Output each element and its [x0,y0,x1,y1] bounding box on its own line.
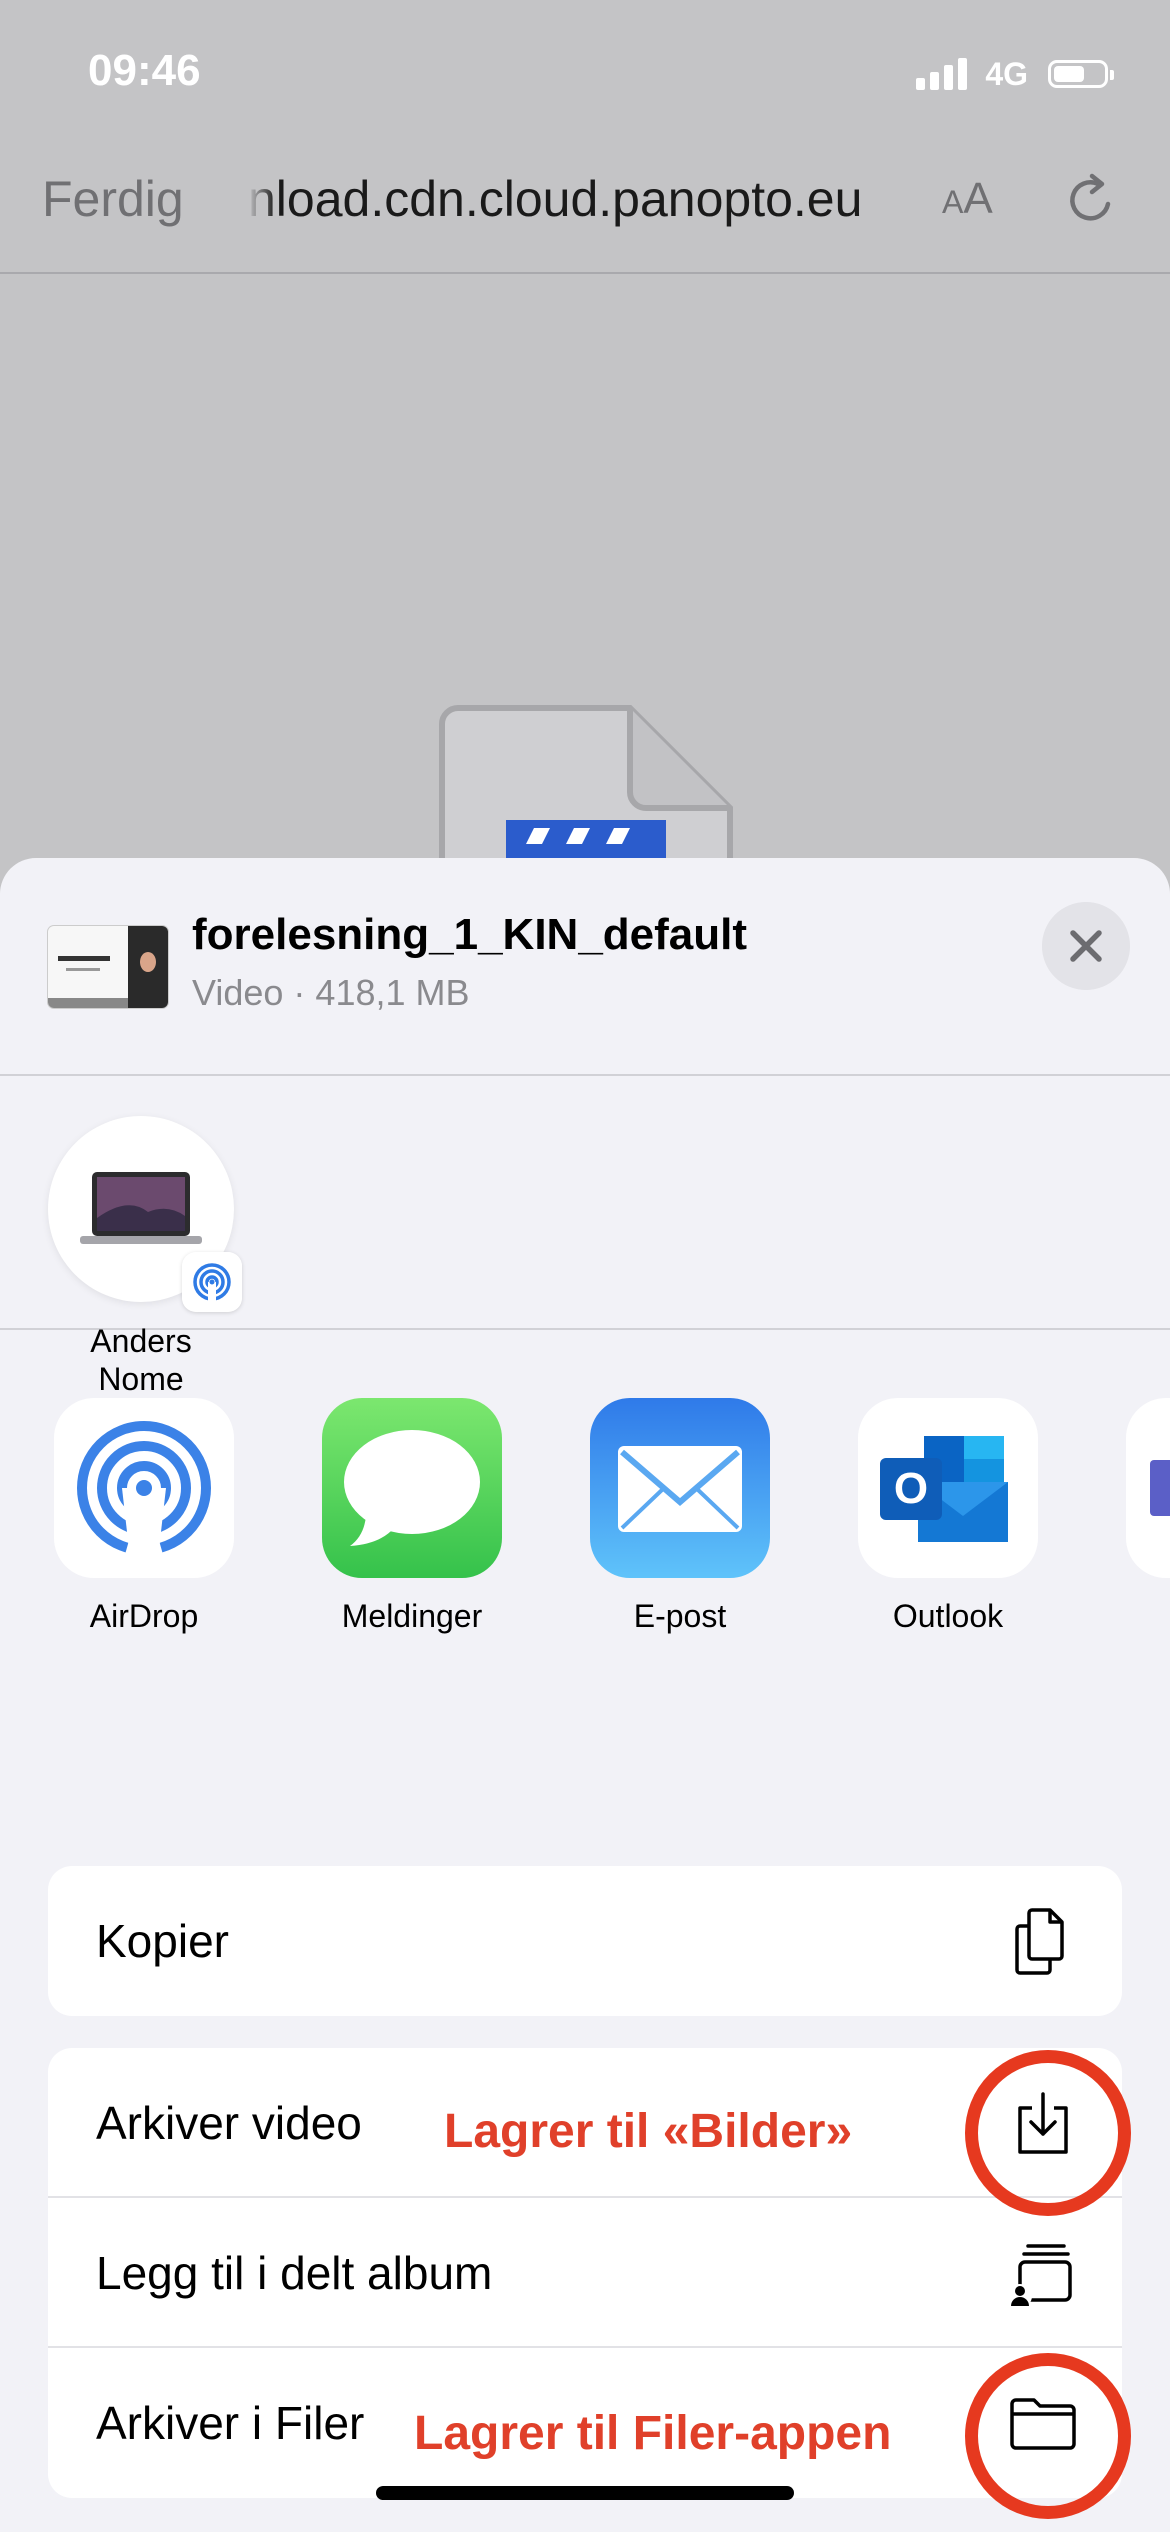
share-header: forelesning_1_KIN_default Video · 418,1 … [0,858,1170,1076]
thumbnail-title-line [58,956,110,961]
app-label-airdrop: AirDrop [89,1598,199,1634]
annotation-save-files: Lagrer til Filer-appen [414,2407,892,2460]
action-shared-album[interactable]: Legg til i delt album [48,2198,1122,2348]
thumbnail-speaker-head [140,952,156,972]
status-bar: 09:46 4G [0,0,1170,140]
mail-icon [590,1398,770,1578]
text-size-small-glyph: A [942,184,964,220]
action-save-video-label: Arkiver video [96,2097,362,2149]
app-label-mail: E-post [633,1598,727,1634]
app-mail[interactable]: E-post [590,1398,770,1634]
file-title: forelesning_1_KIN_default [192,910,748,959]
annotation-ring-save-video [965,2050,1131,2216]
app-partial-next[interactable] [1126,1398,1170,1578]
text-size-large-glyph: A [963,174,993,223]
copy-icon [1015,1908,1064,1975]
action-copy-label: Kopier [96,1915,229,1967]
reload-icon[interactable] [1062,170,1122,230]
url-field[interactable]: nload.cdn.cloud.panopto.eu [248,170,898,228]
thumbnail-bar [48,998,128,1008]
teams-icon [1126,1398,1170,1578]
outlook-icon: O [858,1398,1038,1578]
messages-icon [322,1398,502,1578]
annotation-save-video: Lagrer til «Bilder» [444,2105,853,2158]
network-type: 4G [985,55,1028,92]
action-copy[interactable]: Kopier [48,1866,1122,2016]
action-save-to-files-label: Arkiver i Filer [96,2397,365,2449]
share-sheet: forelesning_1_KIN_default Video · 418,1 … [0,858,1170,2532]
shared-album-icon [1008,2244,1072,2308]
home-indicator [376,2486,794,2500]
app-airdrop[interactable]: AirDrop [54,1398,234,1634]
svg-text:O: O [894,1464,928,1513]
browser-toolbar: Ferdig nload.cdn.cloud.panopto.eu AA [0,140,1170,274]
airdrop-icon [54,1398,234,1578]
close-button[interactable] [1042,902,1130,990]
airdrop-people-row: Anders Nome [0,1076,1170,1397]
macbook-icon [80,1172,202,1244]
action-shared-album-label: Legg til i delt album [96,2247,493,2299]
app-label-outlook: Outlook [892,1598,1004,1634]
app-outlook[interactable]: O Outlook [858,1398,1038,1634]
status-indicators: 4G [916,54,1114,94]
signal-icon [916,58,968,90]
airdrop-contact-avatar[interactable] [48,1116,242,1312]
airdrop-badge-icon [182,1252,242,1312]
annotation-ring-save-files [965,2353,1131,2519]
done-button[interactable]: Ferdig [42,170,184,228]
status-time: 09:46 [88,46,201,95]
app-label-messages: Meldinger [341,1598,483,1634]
actions-group-copy: Kopier [48,1866,1122,2016]
share-apps-row: AirDrop Meldinger E-post O Outlook [0,1330,1170,1710]
battery-icon [1048,60,1114,88]
app-messages[interactable]: Meldinger [322,1398,502,1634]
thumbnail-subtitle-line [66,968,100,971]
file-meta: Video · 418,1 MB [192,972,470,1013]
video-thumbnail [48,926,168,1008]
text-size-button[interactable]: AA [942,174,993,224]
